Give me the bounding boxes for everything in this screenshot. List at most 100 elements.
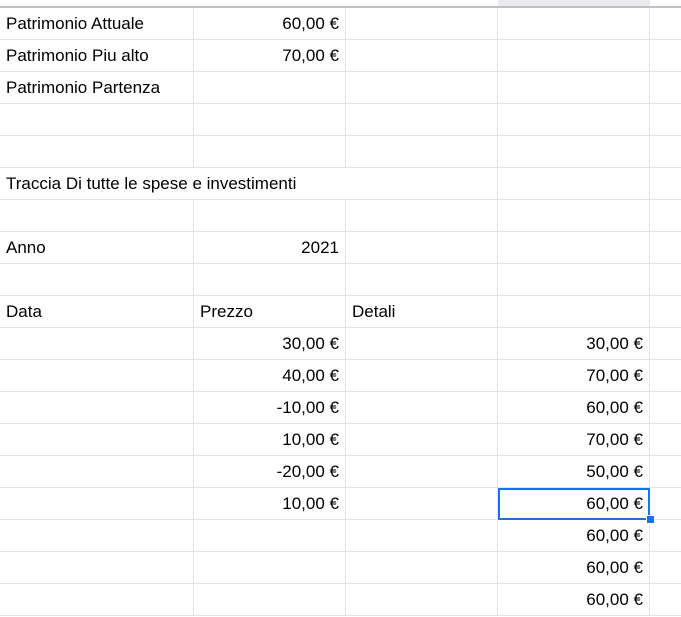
column-header-data[interactable]: Data [0, 296, 194, 328]
cell-running-total[interactable]: 30,00 € [498, 328, 650, 360]
cell-prezzo[interactable]: 10,00 € [194, 488, 346, 520]
cell-running-total[interactable]: 60,00 € [498, 552, 650, 584]
selected-cell[interactable]: 60,00 € [498, 488, 650, 520]
cell-patrimonio-piu-alto-label[interactable]: Patrimonio Piu alto [0, 40, 194, 72]
cell-patrimonio-partenza-label[interactable]: Patrimonio Partenza [0, 72, 194, 104]
grid-cell[interactable] [346, 488, 498, 520]
grid-cell[interactable] [650, 200, 681, 232]
grid-cell[interactable] [650, 40, 681, 72]
grid-cell[interactable] [346, 136, 498, 168]
cell-running-total[interactable]: 60,00 € [498, 392, 650, 424]
cell-running-total[interactable]: 70,00 € [498, 360, 650, 392]
grid-cell[interactable] [498, 296, 650, 328]
grid-cell[interactable] [650, 232, 681, 264]
grid-cell[interactable] [498, 104, 650, 136]
cell-traccia-title[interactable]: Traccia Di tutte le spese e investimenti [0, 168, 296, 200]
grid-cell[interactable] [0, 488, 194, 520]
grid-cell[interactable] [346, 328, 498, 360]
cell-value: 60,00 € [586, 526, 643, 545]
cell-prezzo[interactable]: -10,00 € [194, 392, 346, 424]
grid-cell[interactable] [346, 520, 498, 552]
grid-cell[interactable] [0, 520, 194, 552]
grid-cell[interactable] [650, 8, 681, 40]
column-header-detali[interactable]: Detali [346, 296, 498, 328]
grid-cell[interactable] [650, 328, 681, 360]
grid-cell[interactable] [498, 264, 650, 296]
cell-patrimonio-partenza-value[interactable] [194, 72, 346, 104]
cell-running-total[interactable]: 60,00 € [498, 520, 650, 552]
cell-anno-label[interactable]: Anno [0, 232, 194, 264]
grid-cell[interactable] [650, 264, 681, 296]
grid-cell[interactable] [0, 264, 194, 296]
cell-patrimonio-piu-alto-value[interactable]: 70,00 € [194, 40, 346, 72]
grid-cell[interactable] [0, 552, 194, 584]
grid-cell[interactable] [194, 520, 346, 552]
grid-cell[interactable] [650, 424, 681, 456]
grid-cell[interactable] [0, 392, 194, 424]
grid-cell[interactable] [346, 552, 498, 584]
grid-cell[interactable] [498, 168, 650, 200]
grid-cell[interactable] [194, 264, 346, 296]
grid-cell[interactable] [650, 296, 681, 328]
table-row: -10,00 € 60,00 € [0, 392, 681, 424]
grid-cell[interactable] [0, 584, 194, 616]
grid-cell[interactable] [0, 104, 194, 136]
cell-prezzo[interactable]: 30,00 € [194, 328, 346, 360]
grid-cell[interactable] [346, 584, 498, 616]
cell-text: Data [6, 302, 42, 321]
grid-cell[interactable] [650, 584, 681, 616]
grid-cell[interactable] [194, 136, 346, 168]
cell-running-total[interactable]: 70,00 € [498, 424, 650, 456]
grid-cell[interactable] [498, 72, 650, 104]
grid-cell[interactable] [346, 8, 498, 40]
cell-anno-value[interactable]: 2021 [194, 232, 346, 264]
cell-prezzo[interactable]: 10,00 € [194, 424, 346, 456]
grid-cell[interactable] [650, 392, 681, 424]
cell-prezzo[interactable]: 40,00 € [194, 360, 346, 392]
grid-cell[interactable] [346, 168, 498, 200]
grid-cell[interactable] [0, 136, 194, 168]
grid-cell[interactable] [346, 40, 498, 72]
grid-cell[interactable] [498, 8, 650, 40]
grid-cell[interactable] [194, 584, 346, 616]
grid-cell[interactable] [346, 360, 498, 392]
grid-cell[interactable] [346, 72, 498, 104]
grid-cell[interactable] [194, 552, 346, 584]
grid-cell[interactable] [346, 232, 498, 264]
grid-cell[interactable] [194, 104, 346, 136]
grid-cell[interactable] [650, 136, 681, 168]
cell-text: Patrimonio Partenza [6, 78, 161, 97]
grid-cell[interactable] [346, 104, 498, 136]
grid-cell[interactable] [650, 520, 681, 552]
column-header-prezzo[interactable]: Prezzo [194, 296, 346, 328]
grid-cell[interactable] [650, 552, 681, 584]
grid-cell[interactable] [650, 104, 681, 136]
cell-prezzo[interactable]: -20,00 € [194, 456, 346, 488]
grid-cell[interactable] [194, 200, 346, 232]
grid-cell[interactable] [346, 424, 498, 456]
grid-cell[interactable] [346, 200, 498, 232]
grid-cell[interactable] [498, 232, 650, 264]
cell-running-total[interactable]: 60,00 € [498, 584, 650, 616]
grid-cell[interactable] [650, 72, 681, 104]
cell-patrimonio-attuale-value[interactable]: 60,00 € [194, 8, 346, 40]
grid-cell[interactable] [650, 168, 681, 200]
cell-patrimonio-attuale-label[interactable]: Patrimonio Attuale [0, 8, 194, 40]
cell-value: 10,00 € [282, 430, 339, 449]
cell-value: 60,00 € [586, 590, 643, 609]
grid-cell[interactable] [650, 360, 681, 392]
grid-cell[interactable] [346, 392, 498, 424]
fill-handle[interactable] [646, 515, 655, 524]
grid-cell[interactable] [0, 424, 194, 456]
grid-cell[interactable] [0, 456, 194, 488]
grid-cell[interactable] [0, 360, 194, 392]
grid-cell[interactable] [0, 328, 194, 360]
cell-running-total[interactable]: 50,00 € [498, 456, 650, 488]
grid-cell[interactable] [346, 456, 498, 488]
grid-cell[interactable] [498, 40, 650, 72]
grid-cell[interactable] [346, 264, 498, 296]
grid-cell[interactable] [498, 136, 650, 168]
grid-cell[interactable] [498, 200, 650, 232]
grid-cell[interactable] [0, 200, 194, 232]
grid-cell[interactable] [650, 456, 681, 488]
